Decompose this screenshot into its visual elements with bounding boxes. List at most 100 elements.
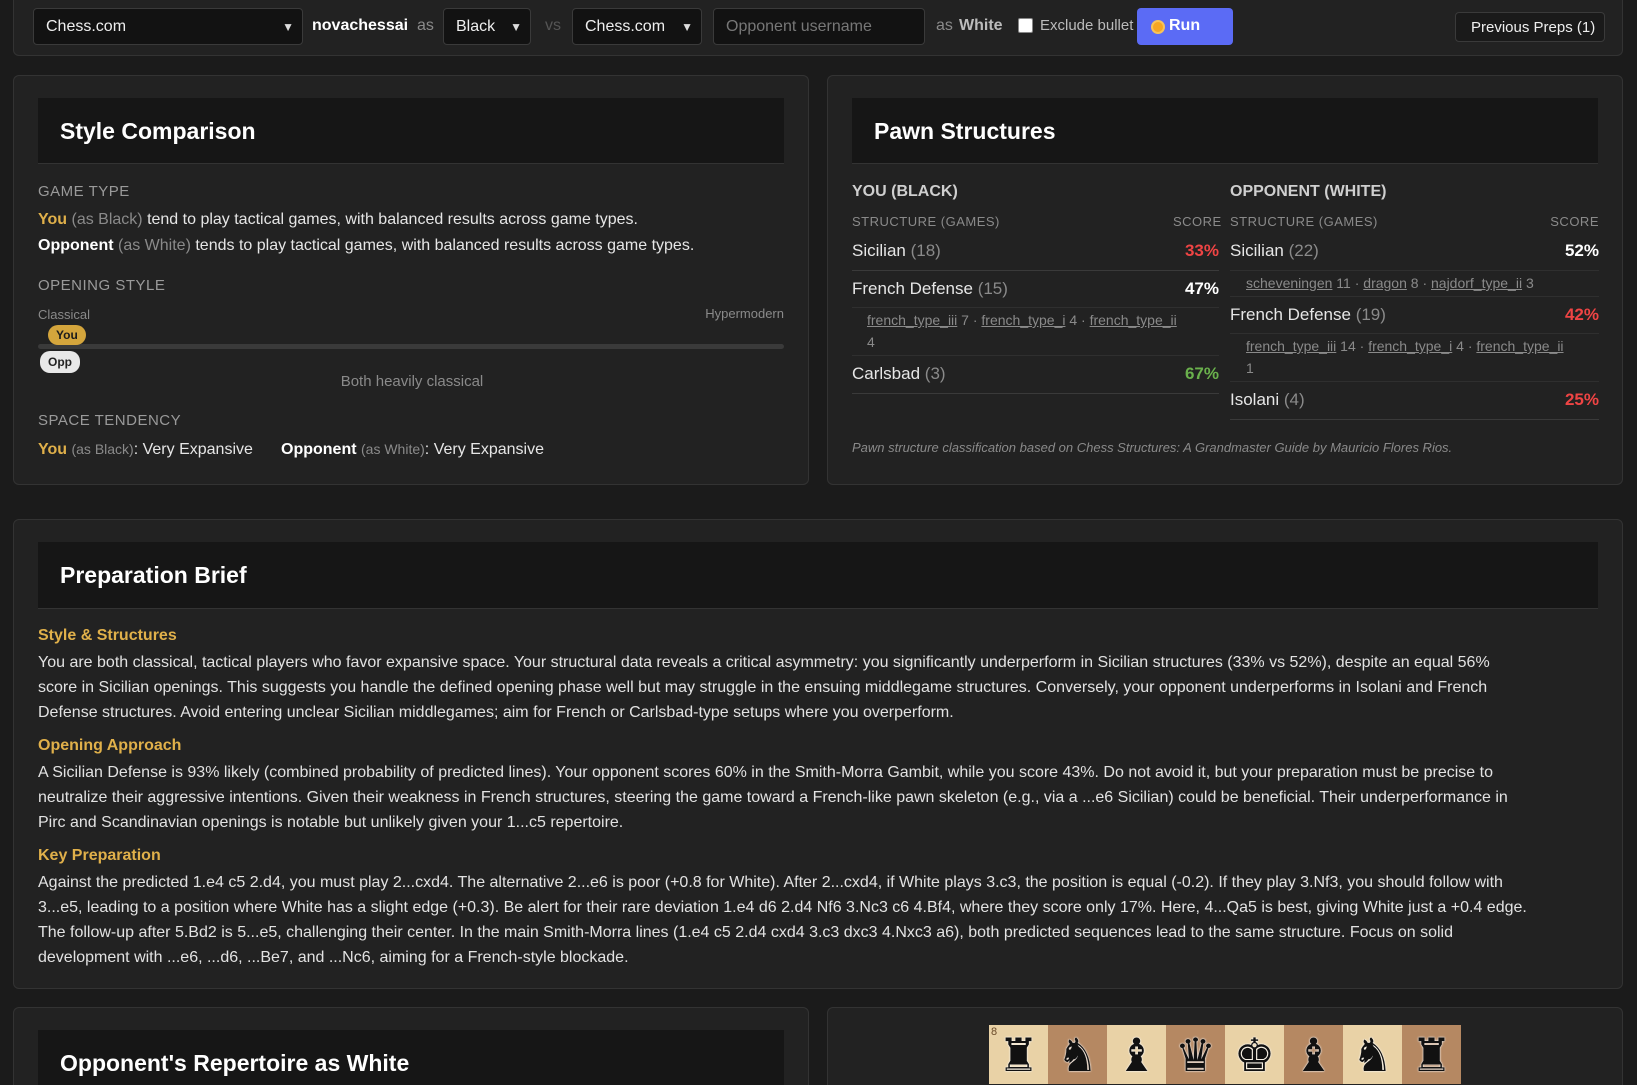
as-black-label: (as Black): [71, 211, 143, 228]
square-e8[interactable]: ♚: [1225, 1025, 1284, 1084]
brief-line: Pirc and Scandinavian openings is notabl…: [38, 814, 624, 831]
opp-game-type: Opponent (as White) tends to play tactic…: [38, 237, 694, 255]
substructure-link[interactable]: french_type_iii: [867, 312, 957, 328]
exclude-bullet-checkbox[interactable]: [1018, 18, 1033, 33]
structure-games: (19): [1355, 305, 1386, 324]
opponent-repertoire-header: Opponent's Repertoire as White: [38, 1030, 784, 1085]
as-label-2: as: [936, 17, 953, 34]
opp-sicilian-substructures: scheveningen 11 · dragon 8 · najdorf_typ…: [1246, 272, 1601, 294]
black-king-icon[interactable]: ♚: [1234, 1032, 1275, 1078]
brief-line: The follow-up after 5.Bd2 is 5...e5, cha…: [38, 924, 1453, 941]
style-comparison-card: Style Comparison GAME TYPE You (as Black…: [13, 75, 809, 485]
square-b8[interactable]: ♞: [1048, 1025, 1107, 1084]
username-label: novachessai: [312, 17, 409, 34]
structure-name: Carlsbad: [852, 364, 921, 383]
you-space-tendency: You (as Black): Very Expansive: [38, 441, 253, 459]
classical-label: Classical: [38, 307, 91, 322]
key-preparation-heading: Key Preparation: [38, 847, 161, 864]
black-knight-icon[interactable]: ♞: [1352, 1032, 1393, 1078]
as-white-label: (as White): [361, 441, 425, 457]
black-bishop-icon[interactable]: ♝: [1116, 1032, 1157, 1078]
hypermodern-label: Hypermodern: [705, 306, 784, 321]
opp-score-french: 42%: [1564, 305, 1599, 324]
square-f8[interactable]: ♝: [1284, 1025, 1343, 1084]
substructure-count: 7 ·: [961, 312, 978, 328]
you-score-col: SCORE: [1173, 214, 1222, 229]
opp-space-value: : Very Expansive: [424, 441, 544, 458]
square-g8[interactable]: ♞: [1343, 1025, 1402, 1084]
run-button[interactable]: Run: [1137, 8, 1233, 45]
you-french-substructures: french_type_iii 7 · french_type_i 4 · fr…: [867, 309, 1217, 353]
black-bishop-icon[interactable]: ♝: [1293, 1032, 1334, 1078]
as-white-label: (as White): [118, 237, 191, 254]
run-icon: [1151, 20, 1165, 34]
opponent-platform-value: Chess.com: [585, 18, 666, 35]
opp-structure-col: STRUCTURE (GAMES): [1230, 214, 1378, 229]
brief-line: development with ...e6, ...d6, ...Be7, a…: [38, 949, 629, 966]
substructure-count: 4 ·: [1456, 338, 1473, 354]
square-d8[interactable]: ♛: [1166, 1025, 1225, 1084]
you-row-french: French Defense (15): [852, 279, 1008, 299]
substructure-link[interactable]: french_type_i: [1368, 338, 1452, 354]
black-rook-icon[interactable]: ♜: [1411, 1032, 1452, 1078]
substructure-count: 1: [1246, 360, 1254, 376]
color-select-value: Black: [456, 18, 496, 35]
opponent-repertoire-title: Opponent's Repertoire as White: [60, 1050, 410, 1076]
pawn-structures-header: Pawn Structures: [852, 98, 1598, 164]
black-queen-icon[interactable]: ♛: [1175, 1032, 1216, 1078]
brief-line: score in Sicilian openings. This suggest…: [38, 679, 1488, 696]
opening-style-slider: [38, 344, 784, 349]
opponent-platform-select[interactable]: Chess.com ▼: [572, 8, 702, 45]
opponent-username-input[interactable]: Opponent username: [713, 8, 925, 45]
square-c8[interactable]: ♝: [1107, 1025, 1166, 1084]
row-divider: [852, 355, 1219, 356]
platform-select[interactable]: Chess.com ▼: [33, 8, 303, 45]
opp-game-type-text: tends to play tactical games, with balan…: [195, 237, 695, 254]
opp-row-french: French Defense (19): [1230, 305, 1386, 325]
previous-preps-button[interactable]: Previous Preps (1): [1455, 12, 1605, 42]
you-label: You: [38, 211, 68, 228]
brief-line: Against the predicted 1.e4 c5 2.d4, you …: [38, 874, 1503, 891]
you-black-header: YOU (BLACK): [852, 183, 958, 200]
previous-preps-label: Previous Preps (1): [1471, 19, 1596, 36]
chessboard[interactable]: 8 ♜ ♞ ♝ ♛ ♚ ♝ ♞ ♜: [989, 1025, 1461, 1085]
opp-white-header: OPPONENT (WHITE): [1230, 183, 1387, 200]
opening-style-label: OPENING STYLE: [38, 277, 166, 294]
substructure-link[interactable]: french_type_iii: [1246, 338, 1336, 354]
substructure-link[interactable]: najdorf_type_ii: [1431, 275, 1522, 291]
substructure-count: 8 ·: [1410, 275, 1428, 291]
black-knight-icon[interactable]: ♞: [1057, 1032, 1098, 1078]
you-score-carlsbad: 67%: [1184, 364, 1219, 383]
chevron-down-icon: ▼: [681, 20, 693, 34]
space-tendency-label: SPACE TENDENCY: [38, 412, 182, 429]
row-divider: [1230, 419, 1599, 420]
square-a8[interactable]: 8 ♜: [989, 1025, 1048, 1084]
row-divider: [1230, 270, 1599, 271]
you-row-sicilian: Sicilian (18): [852, 241, 941, 261]
black-rook-icon[interactable]: ♜: [998, 1032, 1039, 1078]
run-label: Run: [1169, 17, 1201, 34]
brief-line: neutralize their aggressive intentions. …: [38, 789, 1508, 806]
color-select[interactable]: Black ▼: [443, 8, 531, 45]
opp-score-isolani: 25%: [1564, 390, 1599, 409]
substructure-link[interactable]: french_type_ii: [1476, 338, 1563, 354]
substructure-link[interactable]: french_type_ii: [1090, 312, 1177, 328]
substructure-link[interactable]: french_type_i: [981, 312, 1065, 328]
exclude-bullet-label: Exclude bullet: [1040, 17, 1134, 34]
key-preparation-text: Against the predicted 1.e4 c5 2.d4, you …: [38, 870, 1608, 970]
substructure-count: 11 ·: [1336, 275, 1360, 291]
opp-row-isolani: Isolani (4): [1230, 390, 1305, 410]
substructure-link[interactable]: dragon: [1363, 275, 1407, 291]
opponent-label: Opponent: [38, 237, 114, 254]
substructure-link[interactable]: scheveningen: [1246, 275, 1332, 291]
opening-approach-text: A Sicilian Defense is 93% likely (combin…: [38, 760, 1608, 835]
pawn-structures-title: Pawn Structures: [874, 118, 1056, 144]
pawn-structures-card: Pawn Structures YOU (BLACK) STRUCTURE (G…: [827, 75, 1623, 485]
structure-games: (18): [910, 241, 941, 260]
brief-line: 3...e5, leading to a position where Whit…: [38, 899, 1527, 916]
square-h8[interactable]: ♜: [1402, 1025, 1461, 1084]
preparation-brief-header: Preparation Brief: [38, 542, 1598, 609]
you-score-french: 47%: [1184, 279, 1219, 298]
game-type-label: GAME TYPE: [38, 183, 130, 200]
row-divider: [1230, 333, 1599, 334]
